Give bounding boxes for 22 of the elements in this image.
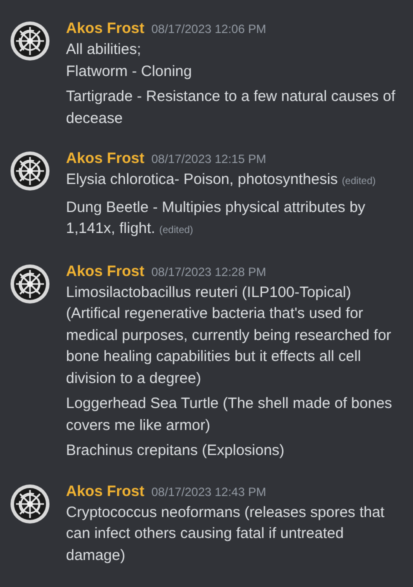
- avatar-icon[interactable]: [10, 264, 50, 304]
- avatar-icon[interactable]: [10, 484, 50, 524]
- username[interactable]: Akos Frost: [66, 262, 144, 282]
- message-text: Dung Beetle - Multipies physical attributes by 1,141x, flight. (edited): [66, 198, 366, 239]
- timestamp: 08/17/2023 12:06 PM: [151, 21, 266, 38]
- avatar-icon[interactable]: [10, 151, 50, 191]
- edited-label: (edited): [159, 225, 194, 236]
- timestamp: 08/17/2023 12:28 PM: [151, 264, 266, 280]
- message-text: All abilities; Flatworm - Cloning: [66, 40, 193, 82]
- message-text: Cryptococcus neoformans (releases spores that can infect others causing fatal if untreated damage): [66, 502, 386, 566]
- timestamp: 08/17/2023 12:43 PM: [151, 484, 266, 500]
- timestamp: 08/17/2023 12:15 PM: [151, 151, 266, 168]
- username[interactable]: Akos Frost: [66, 149, 144, 169]
- message-text: Loggerhead Sea Turtle (The shell made of bones covers me like armor): [66, 394, 394, 436]
- username[interactable]: Akos Frost: [66, 19, 144, 39]
- message-text: Elysia chlorotica- Poison, photosynthesis (edited): [66, 170, 377, 190]
- message-text: Brachinus crepitans (Explosions): [66, 441, 286, 461]
- username[interactable]: Akos Frost: [66, 482, 144, 502]
- edited-label: (edited): [342, 176, 376, 187]
- message-text: Limosilactobacillus reuteri (ILP100-Topical) (Artifical regenerative bacteria that's used for medical purposes, currently being researched for bone healing capabilities but it effects all cell division to a degree): [66, 282, 392, 388]
- avatar-icon[interactable]: [10, 21, 50, 61]
- message-text: Tartigrade - Resistance to a few natural causes of decease: [66, 87, 396, 128]
